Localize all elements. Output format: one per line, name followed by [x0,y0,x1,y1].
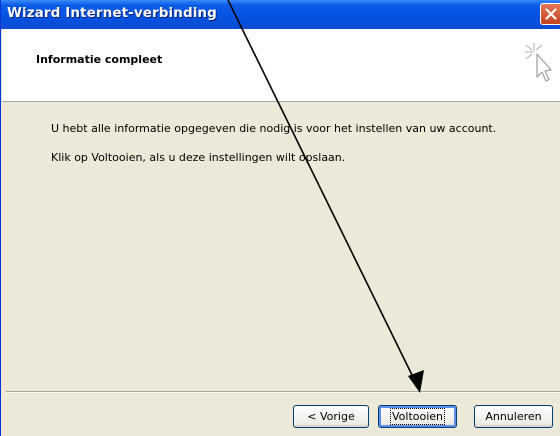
info-text: U hebt alle informatie opgegeven die nod… [51,122,497,135]
cancel-button-label: Annuleren [485,410,542,423]
page-title: Informatie compleet [36,53,163,66]
close-button[interactable] [540,3,560,25]
back-button[interactable]: < Vorige [293,405,369,428]
back-button-label: < Vorige [307,410,355,423]
instruction-text: Klik op Voltooien, als u deze instelling… [51,151,346,164]
close-icon [545,8,557,20]
finish-button[interactable]: Voltooien [378,405,457,428]
wizard-wand-icon [525,43,552,82]
footer-separator [6,391,560,393]
cancel-button[interactable]: Annuleren [474,405,553,428]
window-title: Wizard Internet-verbinding [7,5,217,21]
title-bar[interactable]: Wizard Internet-verbinding [1,0,560,29]
wizard-window: Wizard Internet-verbinding Informatie co… [0,0,560,436]
wizard-header: Informatie compleet [2,29,560,102]
finish-button-label: Voltooien [389,408,446,425]
